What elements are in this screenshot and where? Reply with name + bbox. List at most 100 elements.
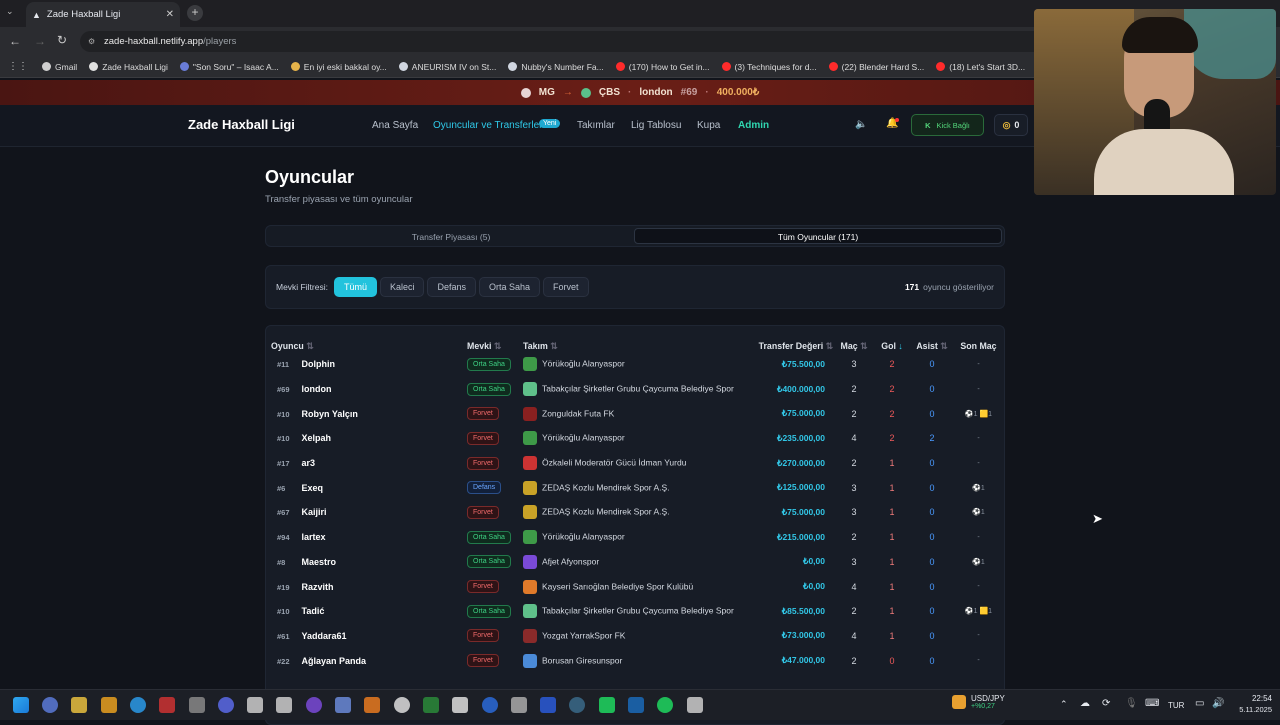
bookmark-item[interactable]: (22) Blender Hard S...	[828, 62, 924, 72]
table-row[interactable]: #22 Ağlayan Panda Forvet Borusan Giresun…	[271, 648, 1004, 673]
player-name[interactable]: Exeq	[302, 483, 324, 493]
table-row[interactable]: #17 ar3 Forvet Özkaleli Moderatör Gücü İ…	[271, 451, 1004, 476]
copilot-icon[interactable]	[42, 697, 58, 713]
nav-takimlar[interactable]: Takımlar	[577, 120, 615, 131]
bookmark-item[interactable]: "Son Soru" – Isaac A...	[179, 62, 279, 72]
back-icon[interactable]: ←	[9, 34, 21, 48]
col-gol[interactable]: Gol ↓	[873, 326, 911, 352]
player-name[interactable]: Dolphin	[302, 359, 336, 369]
team-name[interactable]: Yozgat YarrakSpor FK	[542, 630, 625, 640]
spotify-icon[interactable]	[598, 697, 615, 713]
player-name[interactable]: Tadić	[302, 606, 325, 616]
col-son-mac[interactable]: Son Maç	[953, 326, 1004, 352]
new-tab-button[interactable]: +	[187, 5, 203, 21]
team-name[interactable]: Zonguldak Futa FK	[542, 408, 614, 418]
tab-transfer-market[interactable]: Transfer Piyasası (5)	[268, 228, 634, 244]
fresco-icon[interactable]	[481, 697, 498, 713]
onedrive-icon[interactable]: ☁	[1080, 698, 1090, 709]
table-row[interactable]: #11 Dolphin Orta Saha Yörükoğlu Alanyasp…	[271, 352, 1004, 377]
table-row[interactable]: #61 Yaddara61 Forvet Yozgat YarrakSpor F…	[271, 624, 1004, 649]
steam-icon[interactable]	[159, 697, 176, 713]
player-name[interactable]: Maestro	[302, 557, 337, 567]
team-name[interactable]: ZEDAŞ Kozlu Mendirek Spor A.Ş.	[542, 507, 670, 517]
team-name[interactable]: Özkaleli Moderatör Gücü İdman Yurdu	[542, 457, 686, 467]
bookmark-item[interactable]: (170) How to Get in...	[615, 62, 710, 72]
forward-icon[interactable]: →	[34, 34, 46, 48]
table-row[interactable]: #94 lartex Orta Saha Yörükoğlu Alanyaspo…	[271, 525, 1004, 550]
col-oyuncu[interactable]: Oyuncu ⇅	[271, 326, 467, 352]
browser-tab[interactable]: ▲ Zade Haxball Ligi ✕	[26, 2, 180, 27]
table-row[interactable]: #69 london Orta Saha Tabakçılar Şirketle…	[271, 377, 1004, 402]
apps-icon[interactable]: ⋮⋮	[8, 61, 28, 72]
opera-icon[interactable]	[129, 697, 146, 713]
visual-studio-icon[interactable]	[335, 697, 351, 713]
player-name[interactable]: Kaijiri	[302, 507, 327, 517]
nav-admin[interactable]: Admin	[738, 120, 769, 131]
table-row[interactable]: #10 Robyn Yalçın Forvet Zonguldak Futa F…	[271, 401, 1004, 426]
app-icon[interactable]	[393, 697, 410, 713]
col-transfer-degeri[interactable]: Transfer Değeri ⇅	[753, 326, 835, 352]
app-icon[interactable]	[217, 697, 234, 713]
col-mevki[interactable]: Mevki ⇅	[467, 326, 523, 352]
reload-icon[interactable]: ↻	[57, 33, 67, 47]
language-indicator[interactable]: TUR	[1168, 701, 1184, 710]
clock[interactable]: 22:54 5.11.2025	[1232, 694, 1272, 714]
team-name[interactable]: Kayseri Sarıoğlan Belediye Spor Kulübü	[542, 581, 693, 591]
team-name[interactable]: Yörükoğlu Alanyaspor	[542, 433, 625, 443]
filter-tumu[interactable]: Tümü	[333, 277, 377, 297]
keyboard-icon[interactable]: ⌨	[1145, 698, 1159, 709]
nav-kupa[interactable]: Kupa	[697, 120, 720, 131]
player-name[interactable]: london	[302, 384, 332, 394]
discord-icon[interactable]	[188, 697, 205, 713]
player-name[interactable]: Razvith	[302, 582, 334, 592]
stock-widget[interactable]: USD/JPY +%0,27	[952, 694, 1005, 710]
file-explorer-icon[interactable]	[71, 697, 88, 713]
team-name[interactable]: Yörükoğlu Alanyaspor	[542, 359, 625, 369]
tray-chevron-icon[interactable]: ⌃	[1060, 699, 1068, 710]
team-name[interactable]: ZEDAŞ Kozlu Mendirek Spor A.Ş.	[542, 482, 670, 492]
table-row[interactable]: #19 Razvith Forvet Kayseri Sarıoğlan Bel…	[271, 574, 1004, 599]
filter-forvet[interactable]: Forvet	[543, 277, 589, 297]
col-mac[interactable]: Maç ⇅	[835, 326, 873, 352]
close-tab-icon[interactable]: ✕	[166, 9, 174, 20]
player-name[interactable]: Xelpah	[302, 433, 332, 443]
calculator-icon[interactable]	[686, 697, 703, 713]
nav-lig-tablosu[interactable]: Lig Tablosu	[631, 120, 681, 131]
nav-oyuncular[interactable]: Oyuncular ve Transferler	[433, 120, 543, 131]
bookmark-item[interactable]: ANEURISM IV on St...	[398, 62, 496, 72]
chrome-icon[interactable]	[100, 697, 117, 713]
photoshop-icon[interactable]	[540, 697, 557, 713]
team-name[interactable]: Afjet Afyonspor	[542, 556, 599, 566]
bookmark-item[interactable]: Nubby's Number Fa...	[508, 62, 604, 72]
spotify-icon[interactable]	[657, 697, 674, 713]
player-name[interactable]: ar3	[302, 458, 316, 468]
bookmark-item[interactable]: En iyi eski bakkal oy...	[290, 62, 387, 72]
steam-icon[interactable]	[569, 697, 586, 713]
bookmark-item[interactable]: Gmail	[42, 62, 77, 72]
coin-balance[interactable]: ◎ 0	[994, 114, 1028, 136]
col-takim[interactable]: Takım ⇅	[523, 326, 753, 352]
table-row[interactable]: #67 Kaijiri Forvet ZEDAŞ Kozlu Mendirek …	[271, 500, 1004, 525]
team-name[interactable]: Tabakçılar Şirketler Grubu Çaycuma Beled…	[542, 383, 734, 393]
team-name[interactable]: Tabakçılar Şirketler Grubu Çaycuma Beled…	[542, 606, 734, 616]
player-name[interactable]: Yaddara61	[302, 631, 347, 641]
unreal-icon[interactable]	[247, 697, 264, 713]
col-asist[interactable]: Asist ⇅	[911, 326, 953, 352]
tab-all-players[interactable]: Tüm Oyuncular (171)	[634, 228, 1002, 244]
app-icon[interactable]	[452, 697, 469, 713]
github-icon[interactable]	[276, 697, 293, 713]
table-row[interactable]: #10 Xelpah Forvet Yörükoğlu Alanyaspor ₺…	[271, 426, 1004, 451]
speaker-icon[interactable]: 🔊	[1212, 698, 1224, 709]
volume-icon[interactable]: 🔈	[855, 119, 867, 130]
table-row[interactable]: #6 Exeq Defans ZEDAŞ Kozlu Mendirek Spor…	[271, 475, 1004, 500]
player-name[interactable]: Robyn Yalçın	[302, 409, 358, 419]
bookmark-item[interactable]: (3) Techniques for d...	[721, 62, 817, 72]
site-logo[interactable]: Zade Haxball Ligi	[188, 117, 295, 132]
player-name[interactable]: Ağlayan Panda	[302, 656, 367, 666]
table-row[interactable]: #10 Tadić Orta Saha Tabakçılar Şirketler…	[271, 599, 1004, 624]
filter-defans[interactable]: Defans	[427, 277, 477, 297]
table-row[interactable]: #8 Maestro Orta Saha Afjet Afyonspor ₺0,…	[271, 550, 1004, 575]
blender-icon[interactable]	[364, 697, 381, 713]
team-name[interactable]: Borusan Giresunspor	[542, 655, 622, 665]
site-info-icon[interactable]: ⚙	[88, 37, 95, 46]
